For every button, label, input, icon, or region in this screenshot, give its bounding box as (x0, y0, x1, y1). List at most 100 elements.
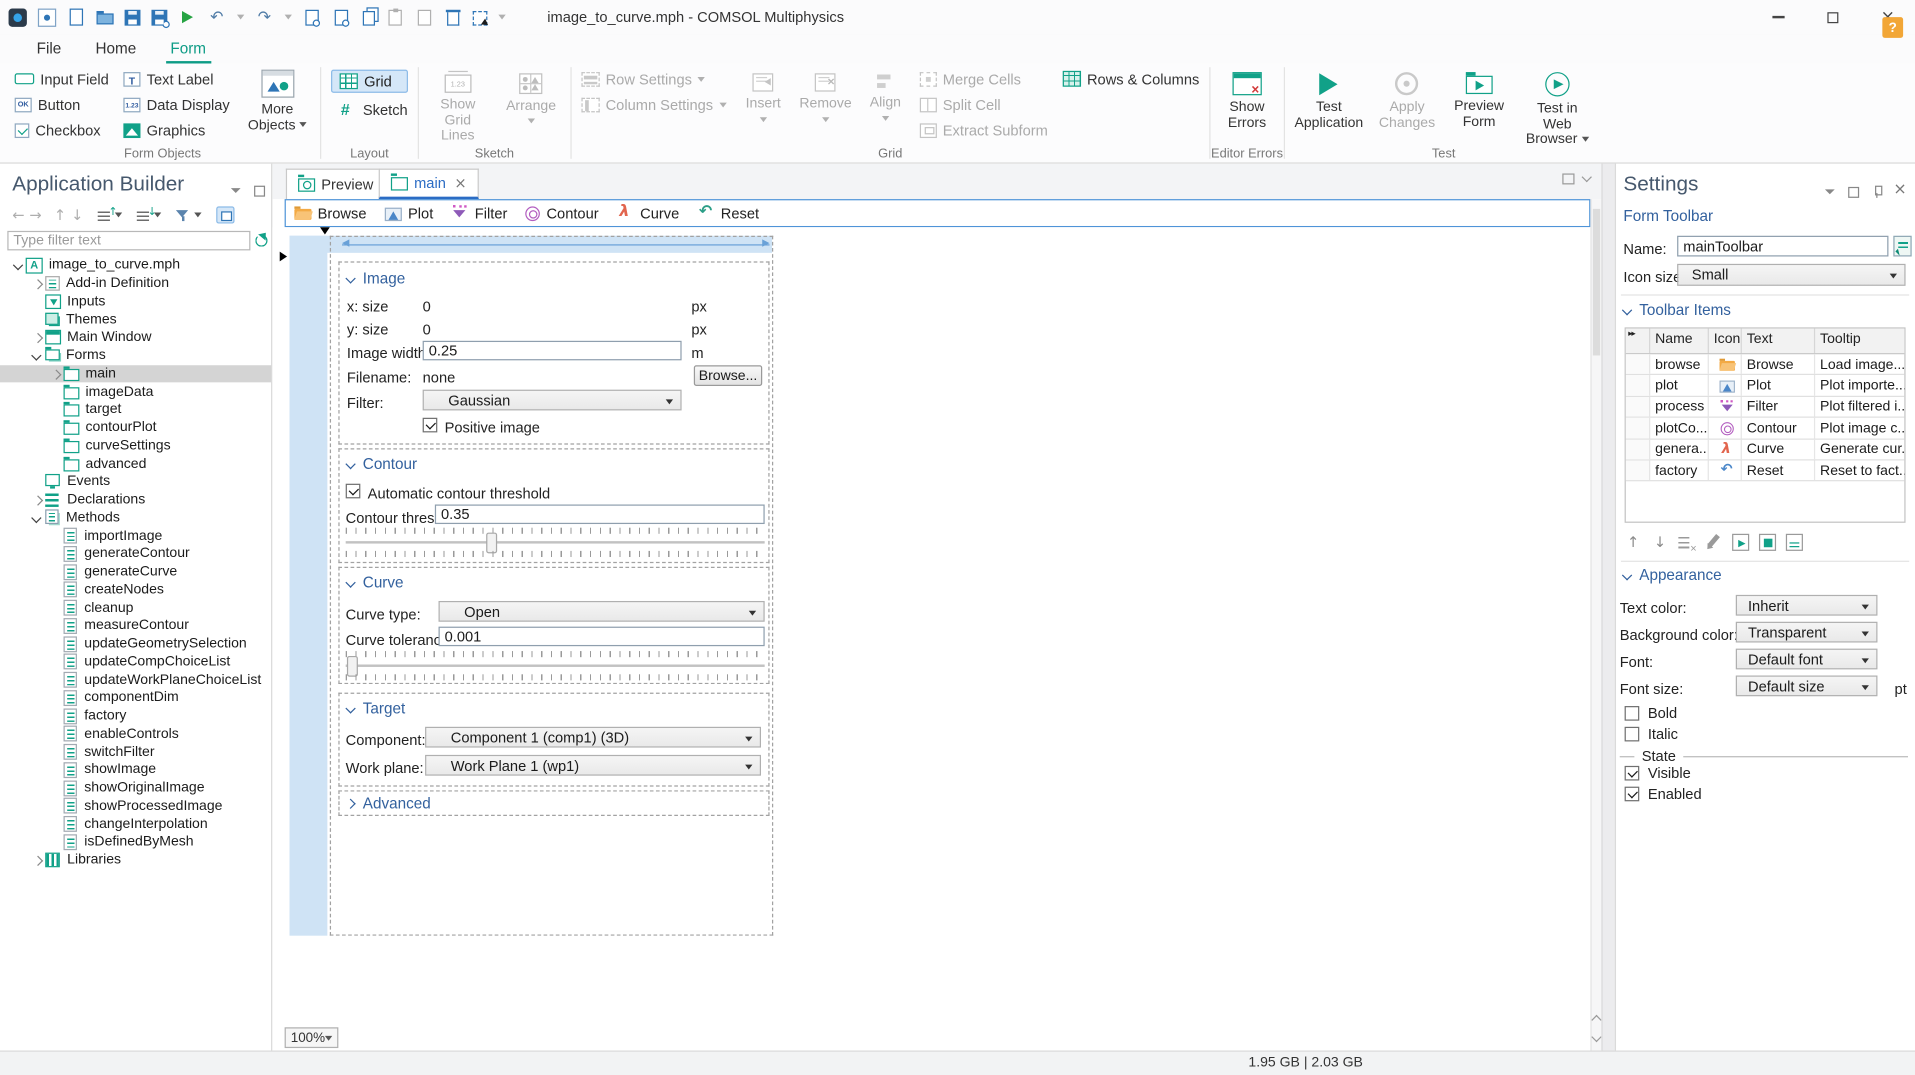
run-icon[interactable] (178, 8, 196, 26)
undo-dropdown-icon[interactable] (236, 14, 245, 20)
grid-mode-button[interactable]: Grid (331, 69, 408, 93)
add-toggle-item-icon[interactable] (1758, 533, 1777, 551)
work-plane-select[interactable]: Work Plane 1 (wp1) (425, 754, 762, 776)
tree-item-main[interactable]: main (0, 364, 272, 383)
tab-file[interactable]: File (20, 34, 79, 63)
tree-item-showImage[interactable]: showImage (0, 761, 271, 779)
curve-tolerance-field[interactable] (438, 626, 765, 647)
preview-form-button[interactable]: Preview Form (1451, 67, 1507, 145)
tree-item-target[interactable]: target (0, 401, 271, 419)
form-toolbar-object[interactable]: Browse Plot Filter Contour Curve Reset (284, 199, 1591, 228)
move-up-icon[interactable]: ↑ (1625, 534, 1642, 551)
tree-item-showOriginalImage[interactable]: showOriginalImage (0, 779, 271, 797)
plot-toolbar-button[interactable]: Plot (384, 205, 433, 222)
contour-threshold-slider[interactable] (345, 541, 765, 544)
component-select[interactable]: Component 1 (comp1) (3D) (425, 726, 762, 748)
new-file-icon[interactable] (69, 8, 84, 26)
maximize-button[interactable] (1805, 0, 1860, 34)
more-objects-button[interactable]: More Objects (244, 67, 310, 145)
button-object-button[interactable]: Button (14, 95, 109, 113)
row-selector-cell[interactable] (1625, 417, 1651, 438)
refresh-icon[interactable] (255, 234, 268, 247)
row-selector-cell[interactable] (1625, 375, 1651, 396)
section-curve-header[interactable]: Curve (345, 574, 404, 591)
row-selector-cell[interactable] (1625, 354, 1651, 375)
chevron-down-icon[interactable] (31, 509, 44, 527)
tree-item-Main Window[interactable]: Main Window (0, 329, 271, 347)
move-down-icon[interactable]: ↓ (1651, 534, 1668, 551)
tree-item-switchFilter[interactable]: switchFilter (0, 743, 271, 761)
model-icon[interactable] (37, 7, 57, 27)
checkbox-object-button[interactable]: Checkbox (14, 121, 109, 139)
tree-item-Libraries[interactable]: Libraries (0, 851, 271, 869)
filter-select[interactable]: Gaussian (422, 389, 682, 411)
curve-tolerance-slider[interactable] (345, 664, 765, 667)
help-button[interactable]: ? (1882, 17, 1904, 38)
text-label-button[interactable]: Text Label (123, 70, 229, 88)
toolbar-overflow-icon[interactable] (498, 14, 506, 20)
curve-type-select[interactable]: Open (438, 600, 765, 622)
data-display-button[interactable]: Data Display (123, 95, 230, 113)
chevron-right-icon[interactable] (31, 851, 44, 869)
tree-filter-icon[interactable] (176, 208, 189, 221)
curve-toolbar-button[interactable]: Curve (617, 203, 679, 222)
row-selector-icon[interactable] (279, 251, 288, 262)
find-icon[interactable] (305, 9, 321, 27)
chevron-right-icon[interactable] (31, 275, 44, 293)
tree-item-isDefinedByMesh[interactable]: isDefinedByMesh (0, 833, 271, 851)
table-row[interactable]: factory ResetReset to fact... (1625, 460, 1905, 482)
appearance-header[interactable]: Appearance (1621, 567, 1722, 584)
tree-filter-input[interactable] (7, 230, 251, 251)
nav-forward-icon[interactable]: → (29, 206, 41, 223)
table-row[interactable]: plotCo... Contour Plot image c... (1625, 417, 1905, 440)
sketch-mode-button[interactable]: Sketch (331, 100, 408, 118)
input-field-button[interactable]: Input Field (14, 70, 109, 88)
tab-preview[interactable]: Preview (285, 168, 386, 200)
tree-item-advanced[interactable]: advanced (0, 455, 271, 473)
scroll-down-icon[interactable] (1591, 1031, 1602, 1043)
tree-item-Themes[interactable]: Themes (0, 311, 271, 329)
expand-all-icon[interactable] (137, 206, 157, 221)
tree-item-image_to_curve.mph[interactable]: image_to_curve.mph (0, 257, 271, 275)
tree-item-Forms[interactable]: Forms (0, 346, 271, 365)
row-selector-cell[interactable] (1625, 460, 1651, 481)
nav-back-icon[interactable]: ← (12, 206, 24, 223)
auto-contour-threshold-checkbox[interactable] (345, 483, 361, 499)
maximize-editor-icon[interactable] (1562, 173, 1575, 185)
tree-item-generateContour[interactable]: generateContour (0, 545, 271, 563)
save-icon[interactable] (124, 9, 141, 26)
section-contour-header[interactable]: Contour (345, 456, 417, 473)
row-selector-cell[interactable] (1625, 396, 1651, 417)
background-color-select[interactable]: Transparent (1735, 621, 1878, 643)
tree-item-Add-in Definition[interactable]: Add-in Definition (0, 275, 271, 293)
edit-item-icon[interactable] (1705, 534, 1722, 551)
open-file-icon[interactable] (96, 10, 114, 25)
name-field[interactable] (1677, 235, 1889, 257)
positive-image-checkbox[interactable] (422, 417, 438, 433)
chevron-down-icon[interactable] (12, 257, 25, 275)
enabled-checkbox[interactable] (1624, 786, 1640, 802)
toolbar-items-header[interactable]: Toolbar Items (1621, 302, 1731, 319)
tree-item-updateWorkPlaneChoiceList[interactable]: updateWorkPlaneChoiceList (0, 671, 271, 689)
table-row[interactable]: browse Browse Load image... (1625, 354, 1905, 376)
collapse-ribbon-icon[interactable] (1582, 173, 1594, 184)
chevron-right-icon[interactable] (31, 329, 44, 347)
close-tab-icon[interactable]: × (454, 175, 466, 192)
nav-up-icon[interactable]: ↑ (54, 206, 66, 223)
go-to-source-button[interactable] (1893, 235, 1912, 257)
vertical-scrollbar[interactable] (1590, 199, 1602, 1051)
search-document-icon[interactable] (334, 9, 350, 27)
tree-item-createNodes[interactable]: createNodes (0, 581, 271, 599)
tree-item-curveSettings[interactable]: curveSettings (0, 437, 271, 455)
tree-item-measureContour[interactable]: measureContour (0, 617, 271, 635)
panel-close-icon[interactable] (1893, 181, 1906, 199)
filter-toolbar-button[interactable]: Filter (452, 205, 507, 222)
minimize-button[interactable] (1750, 0, 1805, 34)
contour-threshold-field[interactable] (434, 504, 765, 525)
chevron-right-icon[interactable] (31, 491, 44, 509)
section-target-header[interactable]: Target (345, 700, 405, 717)
tree-item-enableControls[interactable]: enableControls (0, 725, 271, 743)
copy-icon[interactable] (362, 10, 376, 26)
panel-float-icon[interactable] (253, 184, 266, 197)
tab-home[interactable]: Home (78, 34, 153, 63)
